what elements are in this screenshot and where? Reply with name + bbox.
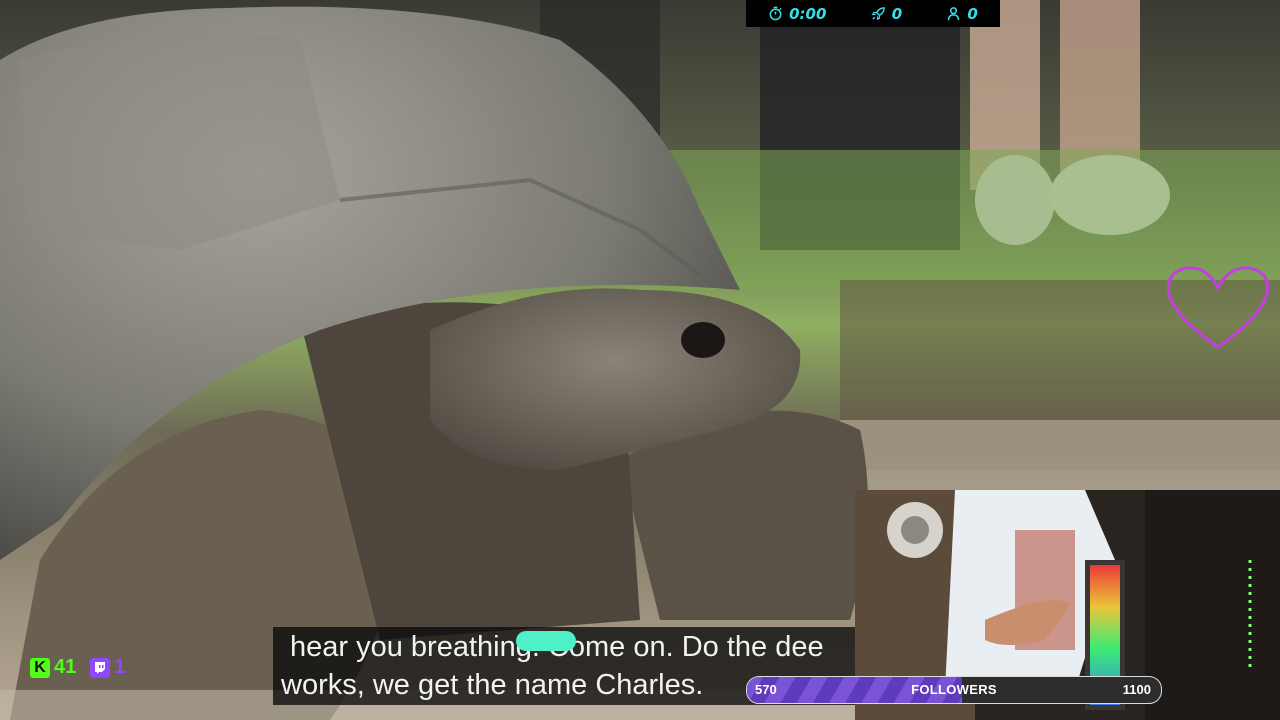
- kick-logo-icon: K: [30, 657, 50, 678]
- boost-stat: 0: [871, 5, 902, 23]
- stream-stats-bar: 0:00 0 0: [746, 0, 1000, 27]
- followers-goal-bar: 570 FOLLOWERS 1100: [746, 676, 1162, 704]
- rocket-icon: [871, 7, 885, 21]
- twitch-badge: 1: [90, 656, 125, 679]
- followers-goal: 1100: [1122, 682, 1151, 697]
- timer-value: 0:00: [789, 4, 827, 23]
- kick-badge: K 41: [30, 656, 76, 679]
- stopwatch-icon: [769, 6, 782, 21]
- person-icon: [948, 7, 960, 21]
- twitch-count: 1: [114, 656, 126, 678]
- heart-outline-icon: [1166, 266, 1270, 349]
- timer-stat: 0:00: [768, 5, 826, 23]
- twitch-logo-icon: [90, 657, 111, 678]
- boost-value: 0: [891, 4, 903, 23]
- kick-count: 41: [54, 656, 77, 678]
- viewer-value: 0: [967, 4, 978, 23]
- caption-line-2: works, we get the name Charles.: [281, 669, 704, 701]
- followers-label: FOLLOWERS: [911, 682, 997, 697]
- platform-badges: K 41 1: [30, 656, 125, 679]
- viewer-stat: 0: [946, 4, 978, 23]
- caption-highlight: [516, 631, 576, 651]
